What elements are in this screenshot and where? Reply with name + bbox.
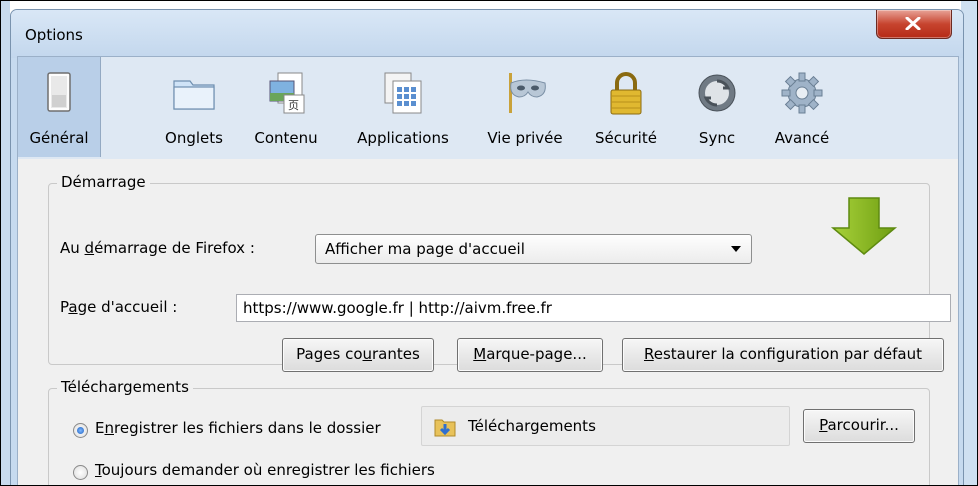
save-to-folder-radio[interactable] [73, 423, 88, 438]
padlock-icon [610, 72, 642, 115]
use-bookmark-button[interactable]: Marque-page... [457, 338, 603, 372]
sync-icon [698, 74, 736, 112]
always-ask-label: Toujours demander où enregistrer les fic… [95, 461, 435, 479]
tabs-icon [173, 80, 215, 110]
svg-text:页: 页 [288, 99, 299, 112]
homepage-label: Page d'accueil : [60, 298, 178, 316]
annotation-arrow-icon [830, 197, 898, 255]
pane-label-applications: Applications [357, 129, 449, 147]
pane-general[interactable]: Général [18, 57, 101, 157]
content-icon: 页 [269, 72, 305, 114]
startup-action-value: Afficher ma page d'accueil [325, 240, 525, 258]
pane-label-tabs: Onglets [165, 129, 223, 147]
pane-tabs[interactable]: Onglets [154, 57, 234, 157]
homepage-value: https://www.google.fr | http://aivm.free… [243, 299, 552, 317]
pane-label-sync: Sync [698, 129, 736, 147]
pane-security[interactable]: Sécurité [586, 57, 666, 157]
use-current-pages-button[interactable]: Pages courantes [282, 338, 434, 372]
gear-icon [781, 72, 823, 114]
startup-legend: Démarrage [57, 173, 150, 191]
pane-sync[interactable]: Sync [682, 57, 752, 157]
download-folder-display: Téléchargements [421, 406, 790, 446]
downloads-folder-icon [434, 419, 456, 437]
startup-action-select[interactable]: Afficher ma page d'accueil [315, 234, 752, 264]
pane-label-advanced: Avancé [774, 129, 830, 147]
homepage-field[interactable]: https://www.google.fr | http://aivm.free… [236, 294, 951, 322]
browse-button[interactable]: Parcourir... [803, 409, 915, 443]
startup-action-label: Au démarrage de Firefox : [60, 239, 255, 257]
pane-label-content: Contenu [254, 129, 318, 147]
pane-content[interactable]: 页 Contenu [246, 57, 326, 157]
screenshot-frame: Options Général Onglets 页 Contenu Applic… [0, 0, 978, 486]
pane-label-general: Général [29, 129, 89, 147]
options-dialog: Options Général Onglets 页 Contenu Applic… [10, 9, 964, 485]
title-bar: Options [11, 10, 963, 58]
close-button[interactable] [876, 10, 952, 39]
startup-group: Démarrage Au démarrage de Firefox : Affi… [48, 173, 951, 372]
general-pane-content: Démarrage Au démarrage de Firefox : Affi… [17, 159, 959, 485]
privacy-mask-icon [509, 73, 546, 113]
always-ask-radio[interactable] [73, 465, 88, 480]
window-title: Options [25, 26, 83, 44]
pane-label-security: Sécurité [595, 129, 657, 147]
general-icon [47, 72, 71, 112]
pane-applications[interactable]: Applications [348, 57, 458, 157]
save-to-folder-label: Enregistrer les fichiers dans le dossier [95, 419, 381, 437]
preferences-toolbar: Général Onglets 页 Contenu Applications V… [17, 56, 959, 160]
pane-advanced[interactable]: Avancé [760, 57, 844, 157]
dropdown-arrow-icon [731, 246, 741, 252]
close-icon [905, 17, 921, 30]
restore-default-button[interactable]: Restaurer la configuration par défaut [622, 338, 944, 372]
download-folder-name: Téléchargements [468, 417, 596, 435]
pane-privacy[interactable]: Vie privée [480, 57, 570, 157]
background-left [1, 1, 10, 485]
pane-label-privacy: Vie privée [487, 129, 563, 147]
downloads-legend: Téléchargements [57, 378, 193, 396]
applications-icon [384, 72, 422, 114]
